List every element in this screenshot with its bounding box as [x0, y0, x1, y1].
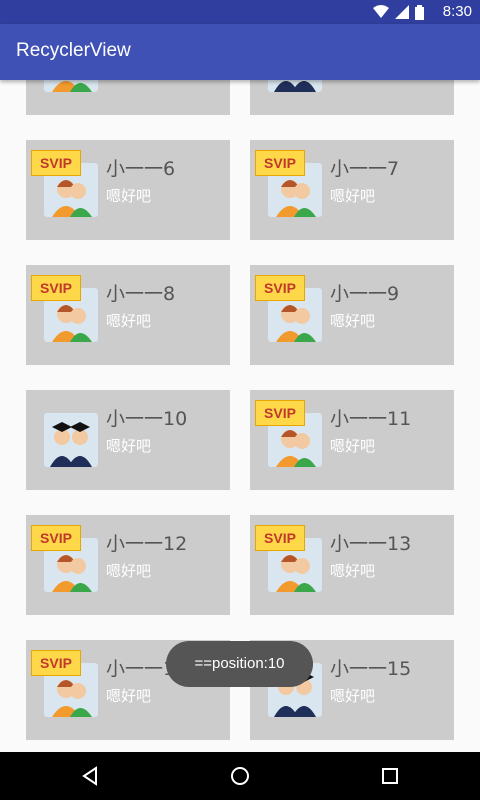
- item-name: 小一一15: [330, 658, 412, 680]
- item-subtitle: 嗯好吧: [106, 437, 152, 455]
- svip-badge: SVIP: [255, 525, 305, 551]
- item-name: 小一一13: [330, 533, 412, 555]
- toast-message: ==position:10: [166, 641, 313, 687]
- item-subtitle: 嗯好吧: [106, 687, 152, 705]
- item-subtitle: 嗯好吧: [330, 187, 376, 205]
- item-name: 小一一11: [330, 408, 412, 430]
- list-item[interactable]: SVIP 小一一11 嗯好吧: [250, 390, 454, 490]
- user-avatar-icon: [44, 80, 98, 92]
- list-item[interactable]: SVIP 小一一6 嗯好吧: [26, 140, 230, 240]
- item-subtitle: 嗯好吧: [106, 80, 151, 81]
- svip-badge: SVIP: [31, 275, 81, 301]
- svip-badge: SVIP: [255, 400, 305, 426]
- recents-icon[interactable]: [378, 764, 402, 788]
- signal-icon: [395, 5, 409, 19]
- list-item[interactable]: 嗯好吧: [250, 80, 454, 115]
- list-item[interactable]: SVIP 小一一12 嗯好吧: [26, 515, 230, 615]
- svip-badge: SVIP: [255, 275, 305, 301]
- item-subtitle: 嗯好吧: [330, 437, 376, 455]
- status-time: 8:30: [442, 3, 472, 20]
- item-name: 小一一9: [330, 283, 400, 305]
- item-name: 小一一8: [106, 283, 176, 305]
- svip-badge: SVIP: [31, 150, 81, 176]
- item-subtitle: 嗯好吧: [106, 562, 152, 580]
- svip-badge: SVIP: [255, 150, 305, 176]
- item-subtitle: 嗯好吧: [330, 312, 376, 330]
- list-item[interactable]: SVIP 小一一8 嗯好吧: [26, 265, 230, 365]
- battery-icon: [415, 4, 424, 20]
- graduate-avatar-icon: [44, 413, 98, 467]
- svip-badge: SVIP: [31, 525, 81, 551]
- app-bar: RecyclerView: [0, 24, 480, 80]
- item-subtitle: 嗯好吧: [330, 687, 376, 705]
- item-subtitle: 嗯好吧: [106, 187, 152, 205]
- item-name: 小一一6: [106, 158, 176, 180]
- home-icon[interactable]: [228, 764, 252, 788]
- item-name: 小一一12: [106, 533, 188, 555]
- graduate-avatar-icon: [268, 80, 322, 92]
- item-subtitle: 嗯好吧: [330, 80, 375, 81]
- item-subtitle: 嗯好吧: [330, 562, 376, 580]
- wifi-icon: [373, 5, 389, 18]
- status-icons: [373, 4, 424, 20]
- status-bar: 8:30: [0, 0, 480, 24]
- item-name: 小一一7: [330, 158, 400, 180]
- item-subtitle: 嗯好吧: [106, 312, 152, 330]
- list-item[interactable]: SVIP 小一一13 嗯好吧: [250, 515, 454, 615]
- item-name: 小一一10: [106, 408, 188, 430]
- back-icon[interactable]: [78, 764, 102, 788]
- app-title: RecyclerView: [16, 40, 131, 61]
- list-item[interactable]: 小一一10 嗯好吧: [26, 390, 230, 490]
- list-item[interactable]: SVIP 小一一7 嗯好吧: [250, 140, 454, 240]
- navigation-bar: [0, 752, 480, 800]
- svip-badge: SVIP: [31, 650, 81, 676]
- list-item[interactable]: SVIP 小一一9 嗯好吧: [250, 265, 454, 365]
- list-item[interactable]: 嗯好吧: [26, 80, 230, 115]
